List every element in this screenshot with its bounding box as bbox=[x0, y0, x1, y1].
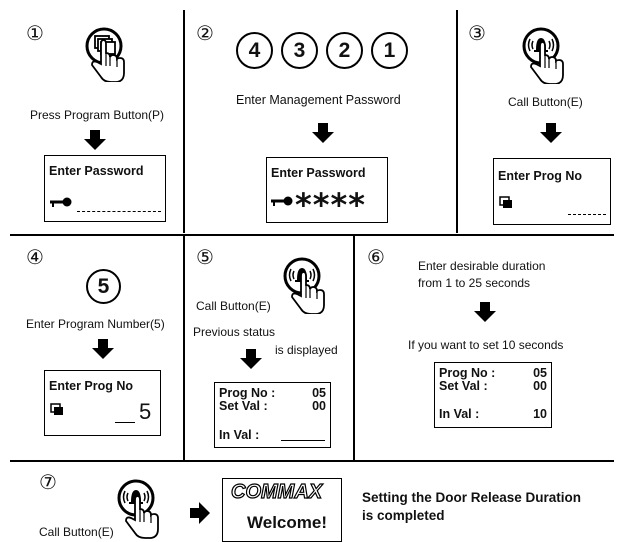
prog-blank bbox=[115, 422, 135, 423]
lcd-in-value: 10 bbox=[533, 407, 547, 421]
lcd-display: Prog No : 05 Set Val : 00 In Val : bbox=[214, 382, 331, 448]
arrow-down-icon bbox=[474, 302, 496, 322]
lcd-display: Prog No : 05 Set Val : 00 In Val : 10 bbox=[434, 362, 552, 428]
lcd-prog-value: 05 bbox=[533, 366, 547, 380]
step-4-caption: Enter Program Number(5) bbox=[26, 317, 165, 331]
step-2-number: ② bbox=[196, 21, 214, 45]
lcd-in-label: In Val : bbox=[439, 407, 480, 421]
step-2-caption: Enter Management Password bbox=[236, 93, 401, 107]
divider bbox=[456, 10, 458, 233]
arrow-down-icon bbox=[540, 123, 562, 143]
arrow-down-icon bbox=[84, 130, 106, 150]
lcd-set-value: 00 bbox=[312, 399, 326, 413]
step-4-number: ④ bbox=[26, 245, 44, 269]
step-5-caption: Call Button(E) bbox=[196, 299, 271, 313]
arrow-down-icon bbox=[240, 349, 262, 369]
arrow-down-icon bbox=[312, 123, 334, 143]
pin-digit: 3 bbox=[281, 32, 318, 69]
lcd-prog-label: Prog No : bbox=[219, 386, 276, 400]
password-blanks bbox=[77, 211, 161, 212]
lcd-title: Enter Prog No bbox=[498, 169, 583, 183]
step-5-status-caption: Previous status bbox=[193, 325, 276, 339]
divider bbox=[183, 10, 185, 233]
lcd-prog-label: Prog No : bbox=[439, 366, 496, 380]
pin-digit: 4 bbox=[236, 32, 273, 69]
in-val-blank bbox=[281, 440, 325, 441]
arrow-right-icon bbox=[190, 502, 210, 524]
step-6-example-caption: If you want to set 10 seconds bbox=[408, 338, 564, 352]
lcd-value: 5 bbox=[139, 399, 152, 424]
step-3-number: ③ bbox=[468, 21, 486, 45]
program-button-icon bbox=[50, 403, 63, 415]
password-stars: **** bbox=[295, 186, 366, 224]
step-7-caption: Call Button(E) bbox=[39, 525, 114, 539]
step-5-status-caption: is displayed bbox=[275, 343, 338, 357]
lcd-display: COMMAX Welcome! bbox=[222, 478, 342, 542]
lcd-display: Enter Prog No bbox=[493, 158, 611, 225]
lcd-set-value: 00 bbox=[533, 379, 547, 393]
step-6-caption: Enter desirable duration bbox=[418, 259, 546, 273]
result-text: is completed bbox=[362, 508, 445, 523]
step-7-number: ⑦ bbox=[39, 470, 57, 494]
lcd-set-label: Set Val : bbox=[439, 379, 488, 393]
lcd-in-label: In Val : bbox=[219, 428, 260, 442]
lcd-display: Enter Password bbox=[44, 155, 166, 222]
result-text: Setting the Door Release Duration bbox=[362, 490, 582, 505]
divider bbox=[353, 236, 355, 460]
program-button-icon bbox=[85, 27, 125, 82]
step-1-caption: Press Program Button(P) bbox=[30, 108, 165, 122]
lcd-title: Enter Prog No bbox=[49, 379, 134, 393]
lcd-display: Enter Prog No 5 bbox=[44, 370, 161, 436]
lcd-prog-value: 05 bbox=[312, 386, 326, 400]
call-button-icon bbox=[117, 479, 159, 539]
commax-logo: COMMAX bbox=[230, 480, 323, 503]
lcd-display: Enter Password **** bbox=[266, 157, 388, 224]
step-1-number: ① bbox=[26, 21, 44, 45]
lcd-set-label: Set Val : bbox=[219, 399, 268, 413]
key-icon bbox=[271, 196, 293, 206]
step-5-number: ⑤ bbox=[196, 245, 214, 269]
divider bbox=[183, 236, 185, 460]
divider bbox=[10, 234, 614, 236]
program-number-digit: 5 bbox=[86, 269, 121, 304]
step-6-number: ⑥ bbox=[367, 245, 385, 269]
arrow-down-icon bbox=[92, 339, 114, 359]
call-button-icon bbox=[283, 257, 325, 314]
prog-blanks bbox=[568, 214, 606, 215]
welcome-text: Welcome! bbox=[247, 513, 327, 532]
pin-digit: 1 bbox=[371, 32, 408, 69]
key-icon bbox=[50, 197, 72, 207]
step-6-caption: from 1 to 25 seconds bbox=[418, 276, 531, 290]
program-button-icon bbox=[499, 196, 512, 208]
call-button-icon bbox=[522, 27, 564, 84]
lcd-title: Enter Password bbox=[49, 164, 144, 178]
divider bbox=[10, 460, 614, 462]
step-3-caption: Call Button(E) bbox=[508, 95, 583, 109]
pin-digit: 2 bbox=[326, 32, 363, 69]
lcd-title: Enter Password bbox=[271, 166, 366, 180]
